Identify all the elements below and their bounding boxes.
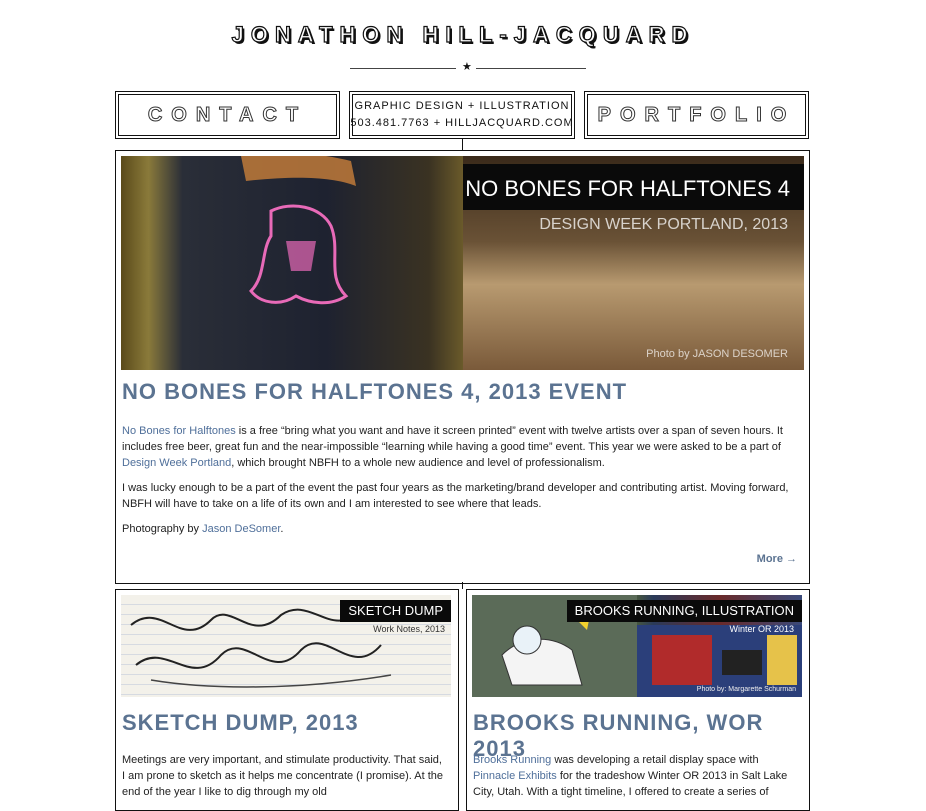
brooks-running-image[interactable]: BROOKS RUNNING, ILLUSTRATION Winter OR 2…: [472, 595, 802, 697]
featured-p1-text-b: , which brought NBFH to a whole new audi…: [231, 457, 605, 469]
nav-info-text: GRAPHIC DESIGN + ILLUSTRATION 503.481.77…: [350, 98, 573, 132]
star-icon: ★: [462, 61, 472, 73]
link-brooks-running[interactable]: Brooks Running: [473, 754, 551, 766]
featured-p3-text: Photography by: [122, 523, 203, 535]
hero-banner: NO BONES FOR HALFTONES 4: [463, 164, 804, 210]
nav-portfolio-label[interactable]: PORTFOLIO: [597, 103, 796, 127]
sketch-dump-image[interactable]: SKETCH DUMP Work Notes, 2013: [121, 595, 451, 697]
hero-banner-subtitle: DESIGN WEEK PORTLAND, 2013: [539, 216, 788, 233]
more-link[interactable]: More →: [757, 553, 797, 565]
featured-post-image[interactable]: NO BONES FOR HALFTONES 4 DESIGN WEEK POR…: [121, 156, 804, 370]
divider-line-left: [350, 68, 456, 69]
featured-post-title[interactable]: NO BONES FOR HALFTONES 4, 2013 EVENT: [122, 379, 627, 405]
hero-banner-title: NO BONES FOR HALFTONES 4: [465, 176, 790, 201]
nav-contact-label[interactable]: CONTACT: [147, 103, 307, 127]
post-card-sketch-dump: SKETCH DUMP Work Notes, 2013 SKETCH DUMP…: [115, 589, 459, 811]
brooks-body-text-a: was developing a retail display space wi…: [551, 754, 759, 766]
shirt-print-icon: [241, 156, 356, 305]
featured-post-card: NO BONES FOR HALFTONES 4 DESIGN WEEK POR…: [115, 150, 810, 584]
link-no-bones-for-halftones[interactable]: No Bones for Halftones: [122, 425, 236, 437]
brooks-photo-credit: Photo by: Margarette Schurman: [696, 686, 796, 693]
brooks-tag: BROOKS RUNNING, ILLUSTRATION: [566, 600, 802, 622]
nav-info-phone-site[interactable]: 503.481.7763 + HILLJACQUARD.COM: [350, 115, 573, 132]
brooks-tag-sub: Winter OR 2013: [729, 624, 794, 634]
featured-post-body: No Bones for Halftones is a free “bring …: [122, 423, 802, 546]
link-jason-desomer[interactable]: Jason DeSomer: [202, 523, 280, 535]
divider-line-right: [476, 68, 586, 69]
hero-photo-credit: Photo by JASON DESOMER: [646, 348, 788, 360]
nav-contact-info: GRAPHIC DESIGN + ILLUSTRATION 503.481.77…: [349, 91, 575, 139]
sketch-dump-tag: SKETCH DUMP: [340, 600, 451, 622]
post-card-brooks-running: BROOKS RUNNING, ILLUSTRATION Winter OR 2…: [466, 589, 810, 811]
link-pinnacle-exhibits[interactable]: Pinnacle Exhibits: [473, 770, 557, 782]
sketch-dump-title[interactable]: SKETCH DUMP, 2013: [122, 710, 359, 736]
brooks-running-body: Brooks Running was developing a retail d…: [473, 752, 799, 800]
featured-post-paragraph-1: No Bones for Halftones is a free “bring …: [122, 423, 802, 471]
link-design-week-portland[interactable]: Design Week Portland: [122, 457, 231, 469]
connector-line-2: [462, 582, 463, 589]
featured-post-paragraph-3: Photography by Jason DeSomer.: [122, 521, 802, 537]
sketch-dump-tag-sub: Work Notes, 2013: [373, 624, 445, 634]
featured-post-paragraph-2: I was lucky enough to be a part of the e…: [122, 482, 789, 510]
connector-line: [462, 138, 463, 150]
header-divider: ★: [350, 60, 586, 74]
site-title[interactable]: JONATHON HILL-JACQUARD: [0, 21, 926, 48]
hero-photo-shirt: [121, 156, 463, 370]
nav-contact[interactable]: CONTACT: [115, 91, 340, 139]
nav-portfolio[interactable]: PORTFOLIO: [584, 91, 809, 139]
featured-p3-end: .: [280, 523, 284, 535]
sketch-dump-body: Meetings are very important, and stimula…: [122, 754, 443, 798]
nav-info-services: GRAPHIC DESIGN + ILLUSTRATION: [354, 100, 570, 112]
